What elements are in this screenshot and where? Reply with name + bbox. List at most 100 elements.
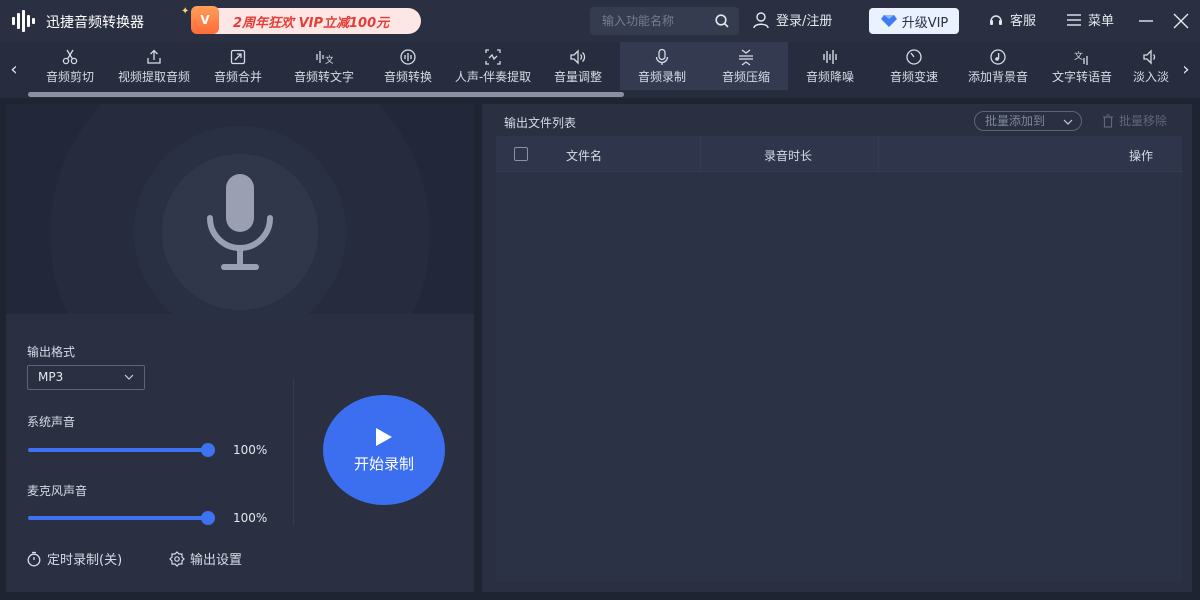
tool-text-to-speech[interactable]: 文 文字转语音: [1040, 42, 1124, 90]
toolbar-scrollbar[interactable]: [28, 92, 624, 97]
output-format-label: 输出格式: [27, 345, 76, 359]
tool-audio-merge[interactable]: 音频合并: [196, 42, 280, 90]
tool-label: 淡入淡: [1132, 70, 1169, 84]
slider-knob[interactable]: [201, 511, 215, 525]
output-file-panel: 输出文件列表 批量添加到 批量移除 文件名 录音时长 操作: [482, 104, 1192, 592]
headset-icon: [990, 14, 1002, 25]
tool-label: 音频录制: [637, 70, 686, 84]
column-header-actions: 操作: [1129, 149, 1154, 163]
tool-label: 视频提取音频: [117, 70, 190, 84]
feature-toolbar: ‹ 音频剪切 视频提取音频 音频合并 文 音频转文字 音频转换 人声-伴奏提取 …: [0, 42, 1200, 98]
tool-vocal-extract[interactable]: 人声-伴奏提取: [450, 42, 536, 90]
login-label: 登录/注册: [776, 14, 833, 29]
slider-fill: [28, 516, 208, 520]
trash-icon: [1103, 113, 1113, 128]
output-settings-button[interactable]: 输出设置: [169, 549, 242, 568]
tool-label: 音频剪切: [45, 70, 94, 84]
promo-banner[interactable]: ✦ V 2周年狂欢 VIP立减100元: [181, 6, 421, 34]
table-header: 文件名 录音时长 操作: [496, 136, 1182, 172]
title-bar: 迅捷音频转换器 ✦ V 2周年狂欢 VIP立减100元 登录/注册 升级VIP: [0, 0, 1200, 42]
convert-icon: [400, 49, 416, 65]
search-box: [590, 7, 739, 35]
fade-icon: [1143, 49, 1156, 65]
tool-audio-compress[interactable]: 音频压缩: [704, 42, 788, 90]
system-sound-value: 100%: [233, 443, 268, 457]
system-sound-label: 系统声音: [27, 415, 76, 429]
scroll-left-icon[interactable]: ‹: [6, 56, 22, 84]
login-button[interactable]: 登录/注册: [752, 10, 832, 29]
search-input[interactable]: [602, 13, 712, 29]
select-all-checkbox[interactable]: [514, 147, 528, 161]
scissors-icon: [62, 49, 78, 65]
tool-label: 添加背景音: [967, 70, 1028, 84]
tool-label: 音量调整: [553, 70, 602, 84]
merge-icon: [230, 49, 246, 65]
menu-label: 菜单: [1088, 14, 1115, 29]
search-icon[interactable]: [715, 14, 729, 28]
vip-badge-icon: V: [191, 6, 219, 34]
tool-add-background-music[interactable]: 添加背景音: [956, 42, 1040, 90]
mic-sound-value: 100%: [233, 511, 268, 525]
tool-label: 音频降噪: [805, 70, 854, 84]
chevron-down-icon: [124, 374, 134, 380]
tool-noise-reduction[interactable]: 音频降噪: [788, 42, 872, 90]
output-list-title: 输出文件列表: [504, 116, 577, 130]
batch-remove-button[interactable]: 批量移除: [1102, 112, 1167, 129]
tool-label: 音频转文字: [293, 70, 354, 84]
slider-fill: [28, 448, 208, 452]
divider: [293, 378, 294, 526]
batch-add-to-dropdown[interactable]: 批量添加到: [974, 111, 1082, 131]
tool-audio-to-text[interactable]: 文 音频转文字: [282, 42, 366, 90]
tool-audio-record[interactable]: 音频录制: [620, 42, 704, 90]
tool-audio-cut[interactable]: 音频剪切: [28, 42, 112, 90]
upgrade-vip-button[interactable]: 升级VIP: [869, 8, 959, 34]
slider-knob[interactable]: [201, 443, 215, 457]
column-divider: [878, 136, 879, 172]
microphone-icon: [655, 48, 669, 65]
volume-icon: [570, 49, 586, 65]
compress-icon: [739, 49, 753, 66]
output-format-select[interactable]: MP3: [27, 365, 145, 390]
app-title: 迅捷音频转换器: [46, 15, 144, 31]
sparkle-icon: ✦: [181, 6, 190, 17]
tool-video-extract-audio[interactable]: 视频提取音频: [112, 42, 196, 90]
close-icon[interactable]: [1172, 11, 1190, 31]
mic-sound-slider[interactable]: [28, 511, 215, 525]
tool-label: 人声-伴奏提取: [454, 70, 532, 84]
gear-icon: [169, 550, 185, 567]
menu-button[interactable]: 菜单: [1066, 10, 1114, 29]
output-file-table: 文件名 录音时长 操作: [496, 136, 1182, 582]
column-header-duration: 录音时长: [764, 149, 813, 163]
extract-icon: [485, 49, 501, 65]
output-settings-label: 输出设置: [190, 553, 243, 568]
customer-service-button[interactable]: 客服: [988, 10, 1036, 29]
tool-label: 音频合并: [213, 70, 262, 84]
audio-to-text-icon: 文: [316, 51, 333, 66]
scroll-right-icon[interactable]: ›: [1178, 56, 1194, 84]
tool-label: 音频转换: [383, 70, 432, 84]
timer-icon: [27, 551, 41, 566]
tool-volume-adjust[interactable]: 音量调整: [536, 42, 620, 90]
start-recording-button[interactable]: 开始录制: [323, 395, 445, 505]
minimize-icon[interactable]: [1137, 8, 1155, 34]
start-recording-label: 开始录制: [353, 454, 414, 473]
system-sound-slider[interactable]: [28, 443, 215, 457]
tool-audio-speed[interactable]: 音频变速: [872, 42, 956, 90]
hamburger-icon: [1067, 13, 1081, 26]
output-format-value: MP3: [38, 370, 64, 384]
tool-audio-convert[interactable]: 音频转换: [366, 42, 450, 90]
service-label: 客服: [1010, 14, 1037, 29]
recording-visual: [6, 104, 474, 314]
text-to-speech-icon: 文: [1074, 50, 1088, 65]
batch-add-label: 批量添加到: [985, 114, 1046, 128]
timer-record-button[interactable]: 定时录制(关): [26, 549, 122, 568]
tool-fade-in-out[interactable]: 淡入淡: [1124, 42, 1178, 90]
timer-record-label: 定时录制(关): [47, 553, 123, 568]
svg-text:文: 文: [325, 54, 333, 66]
waveform-icon: [823, 50, 837, 64]
user-icon: [753, 11, 769, 28]
upgrade-vip-label: 升级VIP: [901, 15, 949, 31]
tool-label: 音频变速: [889, 70, 938, 84]
column-divider: [700, 136, 701, 172]
play-icon: [376, 427, 392, 446]
